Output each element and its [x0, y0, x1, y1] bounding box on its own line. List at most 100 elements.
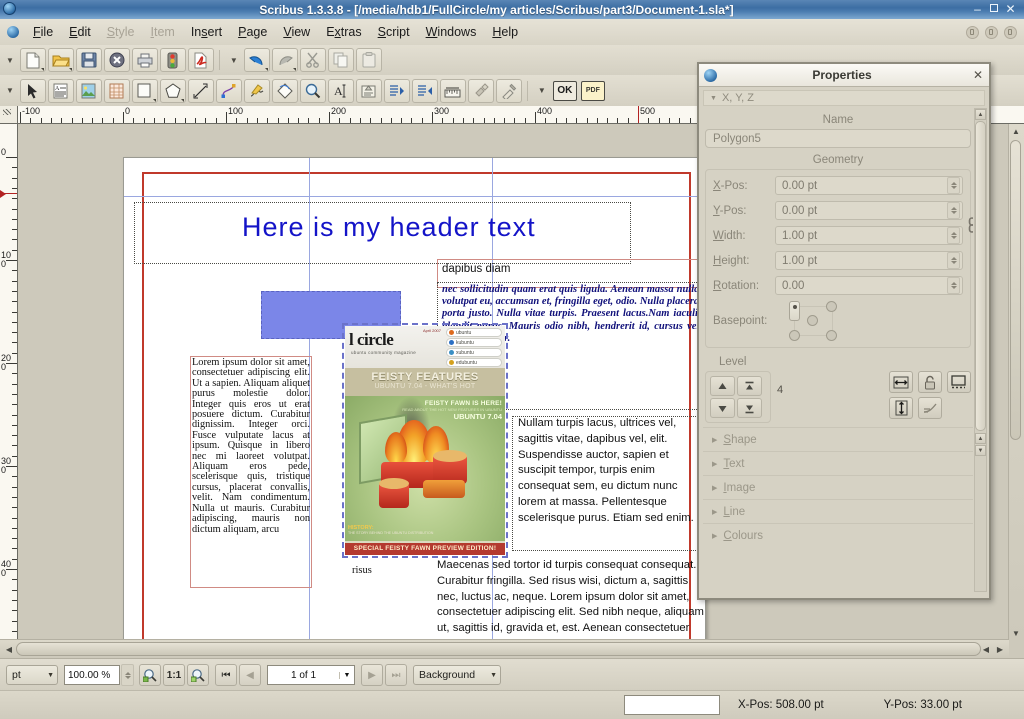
shape-section[interactable]: ▶ Shape [703, 427, 973, 451]
scroll-right-arrow-a[interactable]: ◀ [979, 642, 993, 656]
link-text-frames-button[interactable] [383, 78, 410, 103]
disable-printing-button[interactable] [947, 371, 971, 393]
properties-close-button[interactable]: ✕ [967, 68, 989, 82]
flip-vertical-button[interactable] [889, 397, 913, 419]
canvas-horizontal-scrollbar[interactable]: ◀ ◀ ▶ [0, 639, 1009, 658]
polygon-tool[interactable] [159, 78, 186, 103]
unlink-text-frames-button[interactable] [411, 78, 438, 103]
mdi-restore-button[interactable] [985, 25, 998, 39]
menu-app-icon[interactable] [7, 26, 19, 38]
previous-page-button[interactable]: ◀ [239, 664, 261, 686]
colours-section[interactable]: ▶ Colours [703, 523, 973, 547]
mdi-minimize-button[interactable] [966, 25, 979, 39]
y-pos-field[interactable]: 0.00 pt [775, 201, 963, 220]
file-toolbar-grip[interactable]: ▼ [6, 56, 14, 65]
canvas-vertical-scrollbar[interactable]: ▲ ▼ [1008, 124, 1024, 640]
preflight-verifier-button[interactable] [159, 48, 186, 72]
properties-scrollbar[interactable]: ▲ ▲ ▼ [974, 108, 987, 592]
eye-dropper-tool[interactable] [495, 78, 522, 103]
width-field[interactable]: 1.00 pt [775, 226, 963, 245]
raise-to-top-button[interactable] [737, 376, 762, 396]
open-document-button[interactable] [47, 48, 74, 72]
scroll-down-arrow[interactable]: ▼ [1009, 626, 1023, 640]
properties-scroll-thumb[interactable] [975, 121, 986, 431]
next-page-button[interactable]: ▶ [361, 664, 383, 686]
edit-contents-tool[interactable]: A [327, 78, 354, 103]
basepoint-top-left[interactable] [789, 301, 800, 321]
zoom-stepper[interactable] [121, 664, 134, 686]
rotation-field-stepper[interactable] [947, 277, 960, 294]
width-field-stepper[interactable] [947, 227, 960, 244]
window-maximize-button[interactable] [990, 4, 998, 12]
image-frame-tool[interactable] [75, 78, 102, 103]
lock-size-button[interactable] [918, 397, 942, 419]
text-frame-tool[interactable]: A [47, 78, 74, 103]
last-page-button[interactable]: ⏭ [385, 664, 407, 686]
shape-tool[interactable] [131, 78, 158, 103]
copy-item-properties-tool[interactable] [467, 78, 494, 103]
scroll-right-arrow-b[interactable]: ▶ [993, 642, 1007, 656]
xyz-tab[interactable]: ▼ X, Y, Z [703, 90, 985, 106]
measurements-tool[interactable] [439, 78, 466, 103]
scroll-up-arrow[interactable]: ▲ [1009, 124, 1023, 138]
select-tool[interactable] [19, 78, 46, 103]
unit-select[interactable]: pt ▼ [6, 665, 58, 685]
table-tool[interactable] [103, 78, 130, 103]
zoom-tool[interactable] [299, 78, 326, 103]
new-document-button[interactable] [19, 48, 46, 72]
save-document-button[interactable] [75, 48, 102, 72]
basepoint-bottom-right[interactable] [826, 330, 837, 341]
print-button[interactable] [131, 48, 158, 72]
basepoint-control[interactable]: Basepoint: [713, 301, 963, 341]
zoom-input[interactable]: 100.00 % [64, 665, 120, 685]
menu-item-insert[interactable]: Insert [183, 22, 230, 42]
menu-item-windows[interactable]: Windows [418, 22, 485, 42]
undo-button[interactable] [243, 48, 270, 72]
vertical-ruler[interactable]: 0 100 200 300 400 [0, 124, 18, 640]
pdf-toolbar-grip[interactable]: ▼ [538, 86, 546, 95]
raise-one-level-button[interactable] [710, 376, 735, 396]
flip-horizontal-button[interactable] [889, 371, 913, 393]
first-page-button[interactable]: ⏮ [215, 664, 237, 686]
zoom-100-button[interactable]: 1:1 [163, 664, 185, 686]
scroll-left-arrow[interactable]: ◀ [2, 642, 16, 656]
freehand-tool[interactable] [243, 78, 270, 103]
vertical-scroll-thumb[interactable] [1010, 140, 1021, 440]
edit-toolbar-grip[interactable]: ▼ [230, 56, 238, 65]
link-width-height-icon[interactable] [965, 204, 973, 249]
text-section[interactable]: ▶ Text [703, 451, 973, 475]
menu-item-edit[interactable]: Edit [61, 22, 99, 42]
menu-item-script[interactable]: Script [370, 22, 418, 42]
bezier-tool[interactable] [215, 78, 242, 103]
properties-scroll-down-upper[interactable]: ▲ [975, 433, 986, 444]
menu-item-item[interactable]: Item [143, 22, 183, 42]
layer-select[interactable]: Background ▼ [413, 665, 501, 685]
paste-button[interactable] [355, 48, 382, 72]
height-field-stepper[interactable] [947, 252, 960, 269]
pdf-text-field-tool[interactable]: PDF [580, 79, 606, 103]
properties-scroll-down[interactable]: ▼ [975, 445, 986, 456]
zoom-out-button[interactable] [139, 664, 161, 686]
properties-palette[interactable]: Properties ✕ ▼ X, Y, Z Name Polygon5 Geo… [697, 62, 991, 600]
zoom-in-button[interactable] [187, 664, 209, 686]
window-close-button[interactable]: ✕ [1005, 3, 1016, 15]
lock-item-button[interactable] [918, 371, 942, 393]
ruler-origin-corner[interactable] [0, 106, 18, 124]
menu-item-style[interactable]: Style [99, 22, 143, 42]
x-pos-field[interactable]: 0.00 pt [775, 176, 963, 195]
basepoint-center[interactable] [807, 315, 818, 326]
menu-item-page[interactable]: Page [230, 22, 275, 42]
horizontal-scroll-thumb[interactable] [16, 642, 981, 656]
copy-button[interactable] [327, 48, 354, 72]
rotate-tool[interactable] [271, 78, 298, 103]
pdf-push-button-tool[interactable]: OK [552, 79, 578, 103]
document-page[interactable]: Here is my header text dapibus diam nec … [123, 157, 707, 640]
magazine-cover-image[interactable]: l circle ubuntu community magazine April… [345, 326, 505, 555]
menu-item-extras[interactable]: Extras [318, 22, 369, 42]
cut-button[interactable] [299, 48, 326, 72]
menu-item-file[interactable]: File [25, 22, 61, 42]
basepoint-bottom-left[interactable] [789, 330, 800, 341]
basepoint-top-right[interactable] [826, 301, 837, 312]
line-tool[interactable] [187, 78, 214, 103]
line-section[interactable]: ▶ Line [703, 499, 973, 523]
